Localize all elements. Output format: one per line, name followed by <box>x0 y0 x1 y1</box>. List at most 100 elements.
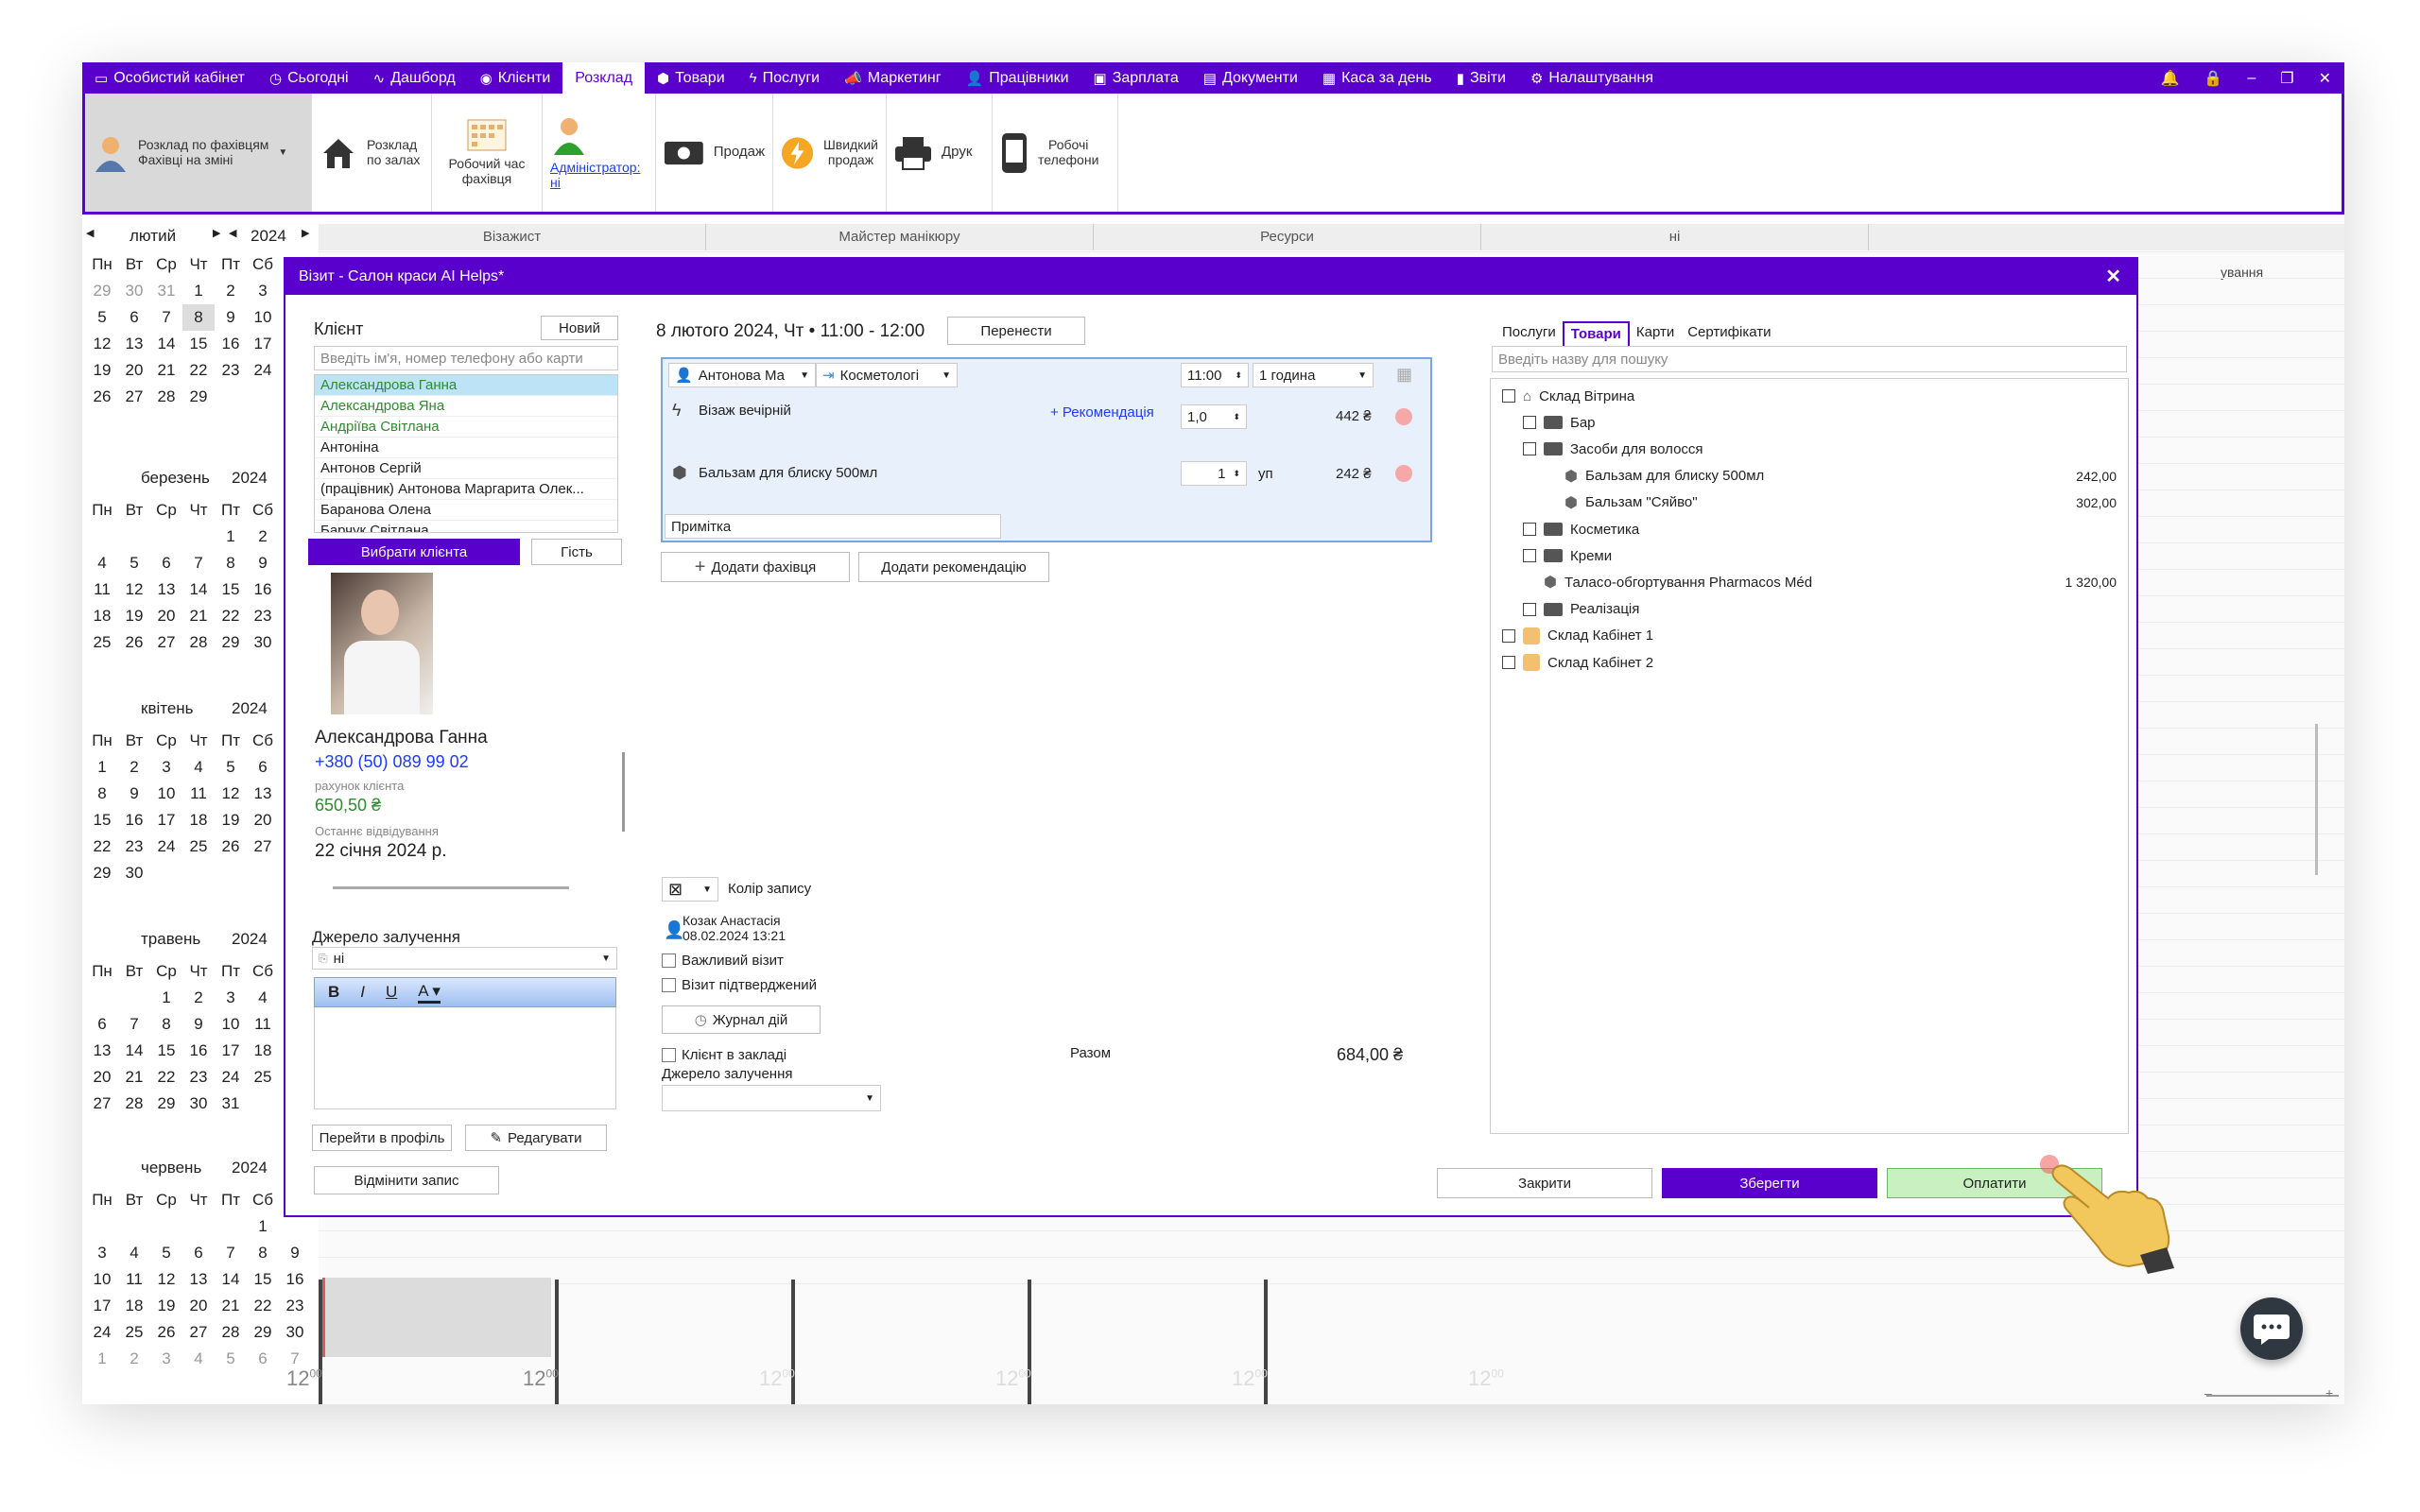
calendar-day[interactable]: 2 <box>247 524 279 550</box>
calendar-day[interactable]: 1 <box>215 524 247 550</box>
menu-item[interactable]: ⚙ Налаштування <box>1518 62 1666 94</box>
prev-month-icon[interactable]: ◀ <box>86 227 94 239</box>
calendar-day[interactable]: 19 <box>86 357 118 384</box>
calendar-day[interactable]: 16 <box>182 1038 215 1064</box>
expand-toggle-icon[interactable] <box>1523 602 1536 616</box>
calendar-day[interactable]: 7 <box>118 1011 150 1038</box>
calendar-day[interactable]: 2 <box>118 754 150 781</box>
add-specialist-button[interactable]: + Додати фахівця <box>661 552 850 582</box>
restore-icon[interactable]: ❐ <box>2280 69 2293 88</box>
source-select-2[interactable]: ▼ <box>662 1085 881 1111</box>
calendar-day[interactable]: 24 <box>86 1319 118 1346</box>
calendar-day[interactable]: 9 <box>118 781 150 807</box>
calendar-day[interactable]: 9 <box>279 1240 311 1266</box>
calendar-day[interactable]: 13 <box>150 576 182 603</box>
spinner-icon[interactable]: ⬍ <box>1235 370 1242 381</box>
calendar-day[interactable]: 8 <box>86 781 118 807</box>
record-color-select[interactable]: ⊠ ▼ <box>662 877 718 902</box>
calendar-day[interactable]: 24 <box>215 1064 247 1091</box>
calendar-day[interactable]: 6 <box>86 1011 118 1038</box>
calendar-day[interactable]: 2 <box>182 985 215 1011</box>
important-visit-checkbox[interactable]: Важливий візит <box>662 953 784 969</box>
calendar-day[interactable]: 11 <box>182 781 215 807</box>
work-time-button[interactable]: Робочий час фахівця <box>432 94 543 212</box>
calendar-day[interactable]: 4 <box>182 1346 215 1372</box>
checkbox-box[interactable] <box>662 978 676 992</box>
month-label[interactable]: лютий <box>130 227 176 246</box>
calendar-day[interactable]: 19 <box>118 603 150 629</box>
calendar-day[interactable] <box>247 860 279 886</box>
calendar-day[interactable]: 4 <box>182 754 215 781</box>
calendar-day[interactable]: 12 <box>215 781 247 807</box>
calendar-day[interactable]: 20 <box>247 807 279 833</box>
calendar-day[interactable]: 16 <box>118 807 150 833</box>
schedule-column-header[interactable]: Майстер манікюру <box>706 224 1094 250</box>
calendar-day[interactable]: 13 <box>118 331 150 357</box>
calendar-day[interactable]: 12 <box>86 331 118 357</box>
calendar-day[interactable]: 20 <box>86 1064 118 1091</box>
calendar-day[interactable]: 23 <box>182 1064 215 1091</box>
calendar-day[interactable] <box>150 860 182 886</box>
close-dialog-icon[interactable]: ✕ <box>2105 259 2121 295</box>
remove-product-icon[interactable] <box>1395 465 1412 482</box>
calendar-day[interactable] <box>86 985 118 1011</box>
calendar-day[interactable]: 16 <box>247 576 279 603</box>
calendar-day[interactable]: 27 <box>182 1319 215 1346</box>
next-month-icon[interactable]: ▶ <box>213 227 220 239</box>
tree-node[interactable]: Засоби для волосся <box>1523 438 2117 460</box>
calendar-day[interactable]: 23 <box>279 1293 311 1319</box>
calendar-day[interactable]: 12 <box>150 1266 182 1293</box>
checkbox-box[interactable] <box>662 954 676 968</box>
calendar-day[interactable]: 17 <box>150 807 182 833</box>
tree-node[interactable]: ⌂ Склад Вітрина <box>1502 385 2117 407</box>
quick-sale-button[interactable]: Швидкий продаж <box>773 94 887 212</box>
calendar-day[interactable]: 27 <box>150 629 182 656</box>
italic-icon[interactable]: I <box>360 983 365 1002</box>
calendar-day[interactable]: 10 <box>150 781 182 807</box>
calendar-day[interactable]: 5 <box>86 304 118 331</box>
calendar-day[interactable]: 5 <box>215 754 247 781</box>
calendar-day[interactable]: 29 <box>86 278 118 304</box>
calendar-day[interactable]: 15 <box>86 807 118 833</box>
calendar-day[interactable]: 18 <box>118 1293 150 1319</box>
menu-item[interactable]: ◉ Клієнти <box>468 62 563 94</box>
calendar-day[interactable] <box>118 985 150 1011</box>
calendar-day[interactable] <box>215 384 247 410</box>
client-phone[interactable]: +380 (50) 089 99 02 <box>315 752 469 772</box>
tab-3[interactable]: Сертифікати <box>1681 321 1777 346</box>
product-search-input[interactable]: Введіть назву для пошуку <box>1492 346 2127 372</box>
calendar-day[interactable]: 1 <box>86 754 118 781</box>
calendar-day[interactable]: 30 <box>182 1091 215 1117</box>
checkbox-box[interactable] <box>662 1048 676 1062</box>
schedule-column-header[interactable]: Візажист <box>319 224 706 250</box>
save-button[interactable]: Зберегти <box>1662 1168 1877 1198</box>
zoom-out-icon[interactable]: – <box>2204 1385 2212 1400</box>
visit-confirmed-checkbox[interactable]: Візит підтверджений <box>662 977 817 993</box>
tab-1[interactable]: Товари <box>1562 321 1630 346</box>
calendar-day[interactable]: 10 <box>247 304 279 331</box>
underline-icon[interactable]: U <box>386 983 397 1002</box>
calendar-day[interactable]: 28 <box>118 1091 150 1117</box>
calendar-day[interactable]: 1 <box>150 985 182 1011</box>
calendar-day[interactable]: 5 <box>118 550 150 576</box>
calendar-day[interactable]: 9 <box>215 304 247 331</box>
service-qty-input[interactable]: 1,0 ⬍ <box>1181 404 1247 429</box>
calendar-day[interactable]: 27 <box>118 384 150 410</box>
calendar-day[interactable]: 9 <box>247 550 279 576</box>
specialist-select[interactable]: 👤 Антонова Ма ▼ <box>668 363 816 387</box>
zoom-slider[interactable] <box>2206 1395 2339 1397</box>
calendar-day[interactable]: 31 <box>215 1091 247 1117</box>
calendar-day[interactable] <box>215 860 247 886</box>
minimize-icon[interactable]: – <box>2247 70 2256 87</box>
calendar-day[interactable]: 16 <box>215 331 247 357</box>
calendar-day[interactable]: 8 <box>215 550 247 576</box>
lock-icon[interactable]: 🔒 <box>2204 69 2222 88</box>
client-card-hscrollbar[interactable] <box>333 886 569 889</box>
expand-toggle-icon[interactable] <box>1523 416 1536 430</box>
calendar-day[interactable]: 28 <box>150 384 182 410</box>
expand-toggle-icon[interactable] <box>1523 549 1536 563</box>
calendar-day[interactable]: 6 <box>247 754 279 781</box>
client-list-item[interactable]: Барчук Світлана <box>315 521 617 532</box>
chat-button[interactable] <box>2240 1297 2303 1360</box>
calendar-day[interactable]: 4 <box>86 550 118 576</box>
